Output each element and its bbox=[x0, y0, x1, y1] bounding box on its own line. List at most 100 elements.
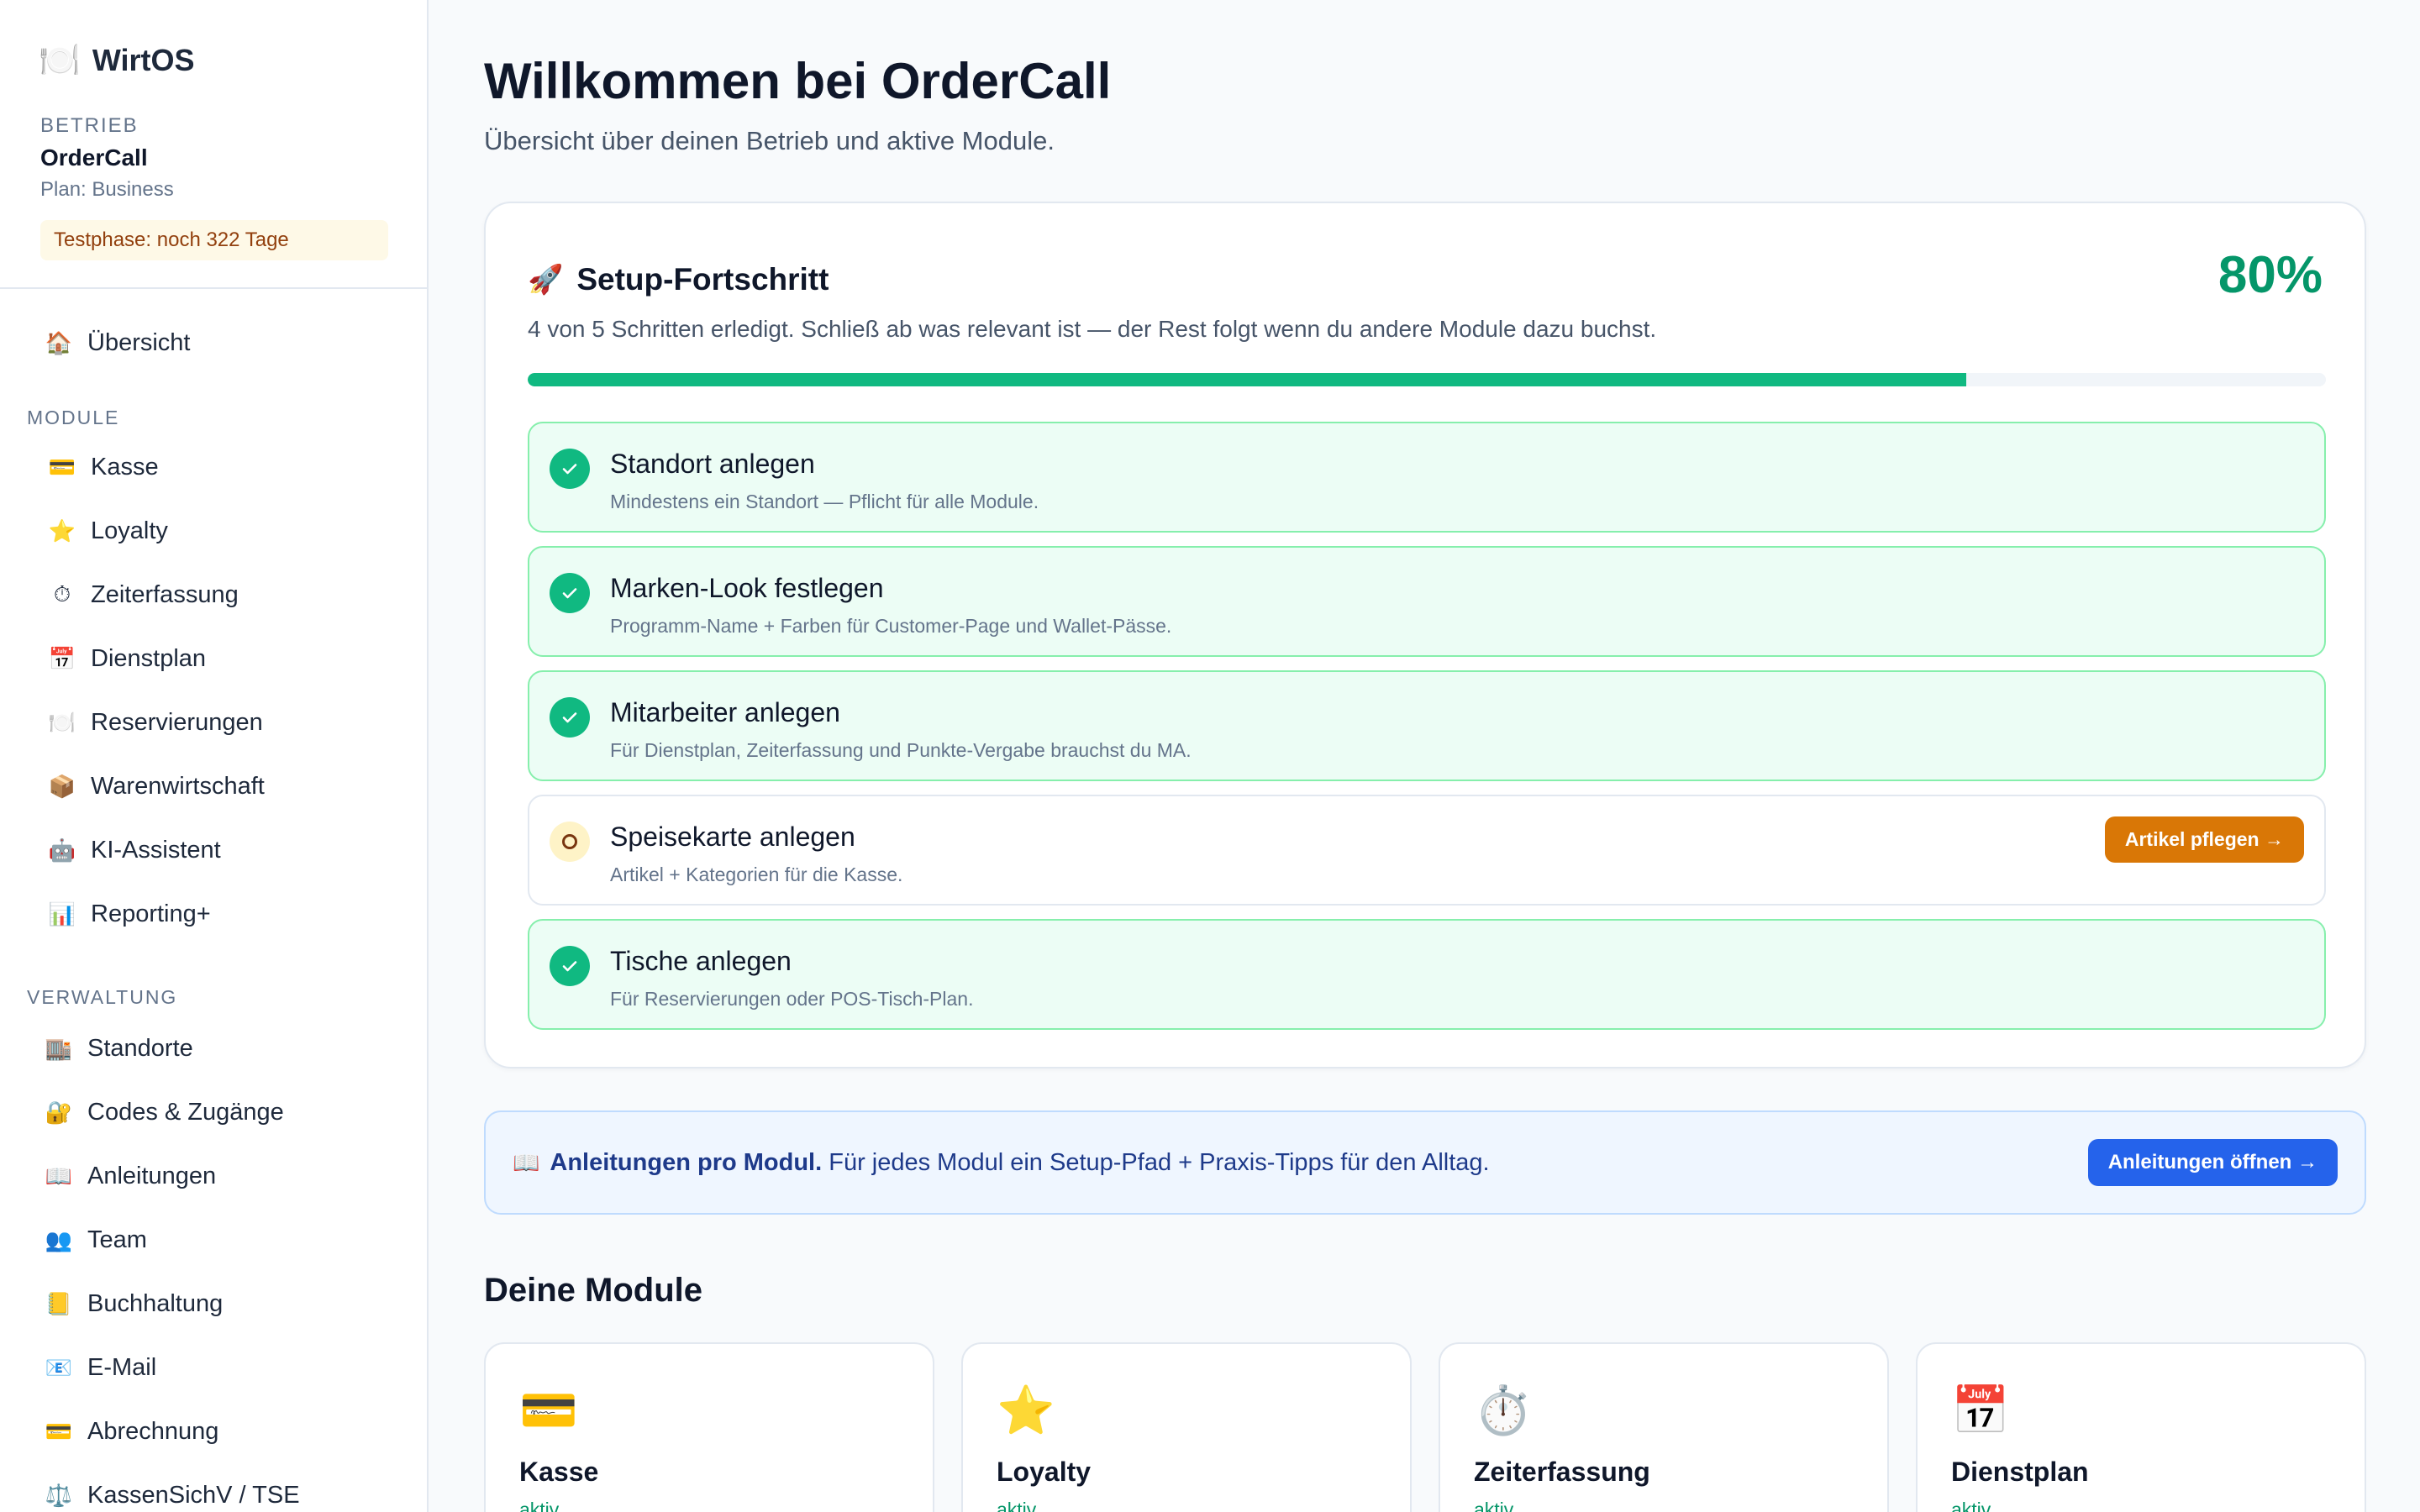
step-description: Für Dienstplan, Zeiterfassung und Punkte… bbox=[610, 739, 1192, 761]
plate-icon: 🍽️ bbox=[39, 41, 81, 80]
sidebar-item-label: Warenwirtschaft bbox=[91, 773, 265, 800]
module-card-loyalty[interactable]: ⭐ Loyalty aktiv bbox=[961, 1342, 1412, 1512]
open-guides-button[interactable]: Anleitungen öffnen → bbox=[2087, 1139, 2338, 1186]
module-card-zeiterfassung[interactable]: ⏱️ Zeiterfassung aktiv bbox=[1439, 1342, 1889, 1512]
step-description: Mindestens ein Standort — Pflicht für al… bbox=[610, 491, 1039, 512]
sidebar-item-label: E-Mail bbox=[87, 1354, 157, 1381]
house-icon: 🏠 bbox=[45, 330, 73, 356]
sidebar-item-label: Buchhaltung bbox=[87, 1290, 224, 1317]
sidebar-item-label: Reservierungen bbox=[91, 709, 263, 736]
bar-chart-icon: 📊 bbox=[48, 901, 76, 927]
sidebar-item-email[interactable]: 📧 E-Mail bbox=[44, 1354, 156, 1382]
robot-icon: 🤖 bbox=[48, 837, 76, 864]
lock-key-icon: 🔐 bbox=[45, 1100, 73, 1126]
sidebar-item-loyalty[interactable]: ⭐ Loyalty bbox=[47, 517, 168, 545]
module-card-dienstplan[interactable]: 📅 Dienstplan aktiv bbox=[1916, 1342, 2366, 1512]
nav-section-modules: MODULE bbox=[27, 407, 120, 428]
calendar-icon: 📅 bbox=[1951, 1383, 2010, 1438]
sidebar-item-reporting[interactable]: 📊 Reporting+ bbox=[47, 900, 211, 928]
setup-percent: 80% bbox=[2217, 246, 2323, 304]
stopwatch-icon: ⏱️ bbox=[1474, 1383, 1533, 1438]
tenant-name: OrderCall bbox=[40, 144, 148, 171]
credit-card-icon: 💳 bbox=[48, 454, 76, 480]
module-status: aktiv bbox=[997, 1499, 1037, 1512]
sidebar-item-buchhaltung[interactable]: 📒 Buchhaltung bbox=[44, 1290, 223, 1318]
building-icon: 🏬 bbox=[45, 1036, 73, 1062]
sidebar-item-label: Loyalty bbox=[91, 517, 168, 544]
check-icon bbox=[550, 697, 590, 738]
sidebar-item-label: Zeiterfassung bbox=[91, 581, 239, 608]
setup-step-marken-look[interactable]: Marken-Look festlegen Programm-Name + Fa… bbox=[528, 546, 2326, 657]
sidebar-item-reservierungen[interactable]: 🍽️ Reservierungen bbox=[47, 709, 263, 737]
sidebar-item-standorte[interactable]: 🏬 Standorte bbox=[44, 1035, 193, 1063]
sidebar-item-label: Übersicht bbox=[87, 329, 191, 356]
sidebar-item-overview[interactable]: 🏠 Übersicht bbox=[44, 329, 191, 357]
setup-step-standort[interactable]: Standort anlegen Mindestens ein Standort… bbox=[528, 422, 2326, 533]
sidebar-item-anleitungen[interactable]: 📖 Anleitungen bbox=[44, 1163, 216, 1190]
stopwatch-icon: ⏱ bbox=[53, 582, 71, 607]
setup-step-speisekarte[interactable]: Speisekarte anlegen Artikel + Kategorien… bbox=[528, 795, 2326, 906]
setup-progress-bar bbox=[528, 373, 2326, 386]
email-icon: 📧 bbox=[45, 1355, 73, 1381]
scales-icon: ⚖️ bbox=[45, 1483, 73, 1509]
module-name: Loyalty bbox=[997, 1457, 1092, 1487]
sidebar-item-codes[interactable]: 🔐 Codes & Zugänge bbox=[44, 1099, 284, 1126]
setup-header: 🚀 Setup-Fortschritt bbox=[528, 262, 829, 297]
module-name: Dienstplan bbox=[1951, 1457, 2089, 1487]
sidebar-item-label: KassenSichV / TSE bbox=[87, 1482, 300, 1509]
step-description: Programm-Name + Farben für Customer-Page… bbox=[610, 615, 1172, 637]
modules-section-title: Deine Module bbox=[484, 1272, 703, 1309]
page-subtitle: Übersicht über deinen Betrieb und aktive… bbox=[484, 126, 1055, 155]
nav-section-admin: VERWALTUNG bbox=[27, 986, 178, 1008]
setup-step-mitarbeiter[interactable]: Mitarbeiter anlegen Für Dienstplan, Zeit… bbox=[528, 670, 2326, 781]
module-card-kasse[interactable]: 💳 Kasse aktiv bbox=[484, 1342, 934, 1512]
sidebar-item-label: Abrechnung bbox=[87, 1418, 219, 1445]
sidebar: 🍽️ WirtOS BETRIEB OrderCall Plan: Busine… bbox=[0, 0, 429, 1512]
sidebar-item-label: Anleitungen bbox=[87, 1163, 217, 1189]
sidebar-item-zeiterfassung[interactable]: ⏱ Zeiterfassung bbox=[47, 581, 239, 609]
setup-title: Setup-Fortschritt bbox=[576, 262, 829, 297]
sidebar-item-label: Codes & Zugänge bbox=[87, 1099, 284, 1126]
check-icon bbox=[550, 946, 590, 986]
check-icon bbox=[550, 573, 590, 613]
sidebar-item-label: Kasse bbox=[91, 454, 159, 480]
calendar-icon: 📅 bbox=[48, 646, 76, 672]
tenant-label: BETRIEB bbox=[40, 114, 139, 137]
step-title: Standort anlegen bbox=[610, 449, 815, 479]
sidebar-item-kassensichv[interactable]: ⚖️ KassenSichV / TSE bbox=[44, 1482, 300, 1509]
check-icon bbox=[550, 449, 590, 489]
module-status: aktiv bbox=[1474, 1499, 1514, 1512]
module-status: aktiv bbox=[1951, 1499, 1991, 1512]
book-icon: 📖 bbox=[513, 1150, 540, 1176]
setup-step-tische[interactable]: Tische anlegen Für Reservierungen oder P… bbox=[528, 919, 2326, 1030]
guides-banner: 📖 Anleitungen pro Modul. Für jedes Modul… bbox=[484, 1110, 2366, 1215]
guides-bold: Anleitungen pro Modul. bbox=[550, 1149, 823, 1176]
page-title: Willkommen bei OrderCall bbox=[484, 53, 1112, 109]
ledger-icon: 📒 bbox=[45, 1291, 73, 1317]
step-title: Marken-Look festlegen bbox=[610, 573, 884, 603]
sidebar-item-abrechnung[interactable]: 💳 Abrechnung bbox=[44, 1418, 219, 1446]
sidebar-item-label: KI-Assistent bbox=[91, 837, 221, 864]
brand-logo[interactable]: 🍽️ WirtOS bbox=[39, 40, 195, 81]
book-icon: 📖 bbox=[45, 1163, 73, 1189]
rocket-icon: 🚀 bbox=[528, 263, 564, 297]
step-description: Für Reservierungen oder POS-Tisch-Plan. bbox=[610, 988, 974, 1010]
sidebar-item-team[interactable]: 👥 Team bbox=[44, 1226, 147, 1254]
pending-circle-icon bbox=[550, 822, 590, 862]
guides-text: 📖 Anleitungen pro Modul. Für jedes Modul… bbox=[513, 1149, 1490, 1177]
sidebar-item-kasse[interactable]: 💳 Kasse bbox=[47, 454, 159, 481]
package-icon: 📦 bbox=[48, 774, 76, 800]
sidebar-item-dienstplan[interactable]: 📅 Dienstplan bbox=[47, 645, 206, 673]
trial-badge: Testphase: noch 322 Tage bbox=[40, 220, 388, 260]
step-title: Tische anlegen bbox=[610, 946, 792, 976]
setup-description: 4 von 5 Schritten erledigt. Schließ ab w… bbox=[528, 316, 1657, 342]
plate-icon: 🍽️ bbox=[48, 710, 76, 736]
credit-card-icon: 💳 bbox=[519, 1383, 578, 1438]
sidebar-item-warenwirtschaft[interactable]: 📦 Warenwirtschaft bbox=[47, 773, 265, 801]
sidebar-item-ki-assistent[interactable]: 🤖 KI-Assistent bbox=[47, 837, 221, 864]
step-title: Speisekarte anlegen bbox=[610, 822, 855, 852]
artikel-pflegen-button[interactable]: Artikel pflegen → bbox=[2104, 816, 2304, 863]
module-name: Zeiterfassung bbox=[1474, 1457, 1650, 1487]
sidebar-item-label: Team bbox=[87, 1226, 147, 1253]
star-icon: ⭐ bbox=[997, 1383, 1055, 1438]
